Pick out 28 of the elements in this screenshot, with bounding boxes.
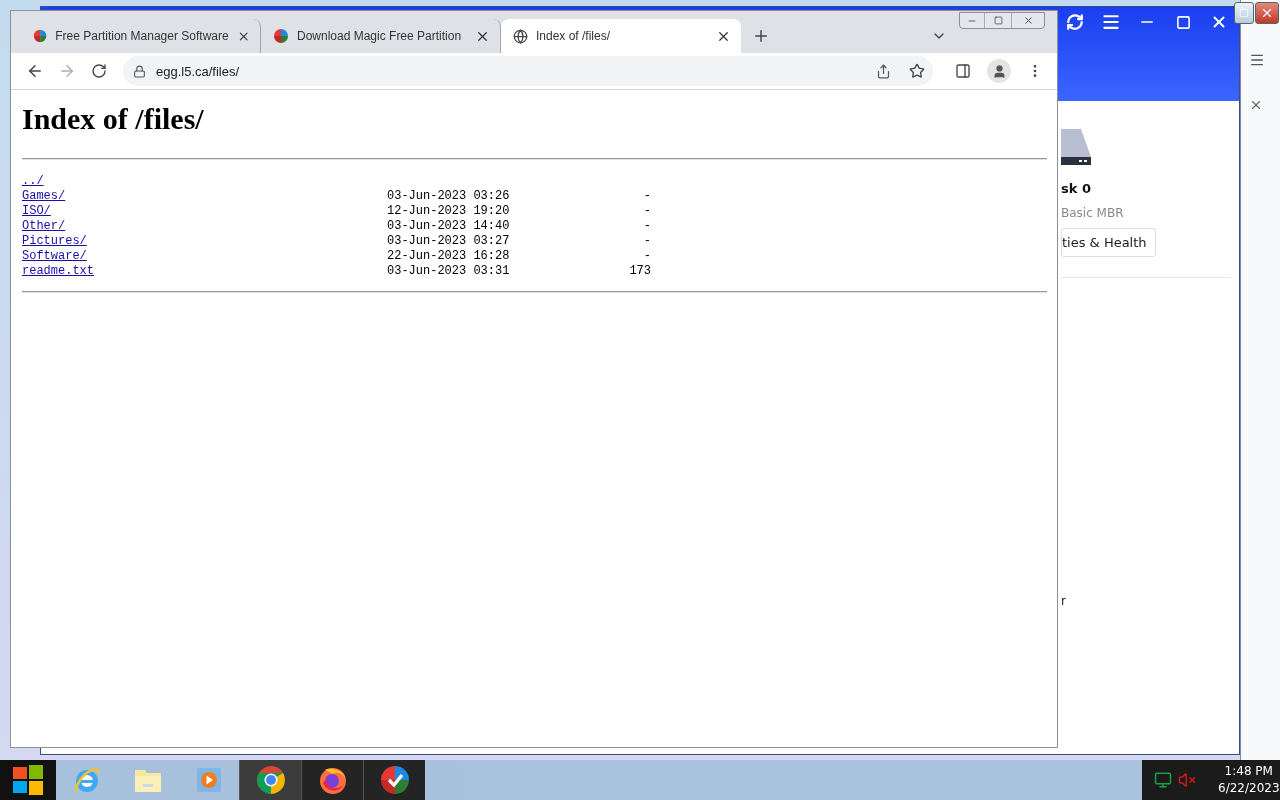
label-text: r bbox=[1061, 594, 1067, 608]
date-text: 03-Jun-2023 14:40 bbox=[387, 219, 510, 234]
properties-button[interactable]: ties & Health bbox=[1061, 228, 1156, 257]
date-text: 03-Jun-2023 03:31 bbox=[387, 264, 510, 279]
date-text: 03-Jun-2023 03:27 bbox=[387, 234, 510, 249]
file-link[interactable]: ISO/ bbox=[22, 204, 51, 219]
date-text: 22-Jun-2023 16:28 bbox=[387, 249, 510, 264]
date-text: 12-Jun-2023 19:20 bbox=[387, 204, 510, 219]
size-text: - bbox=[643, 204, 651, 219]
browser-tab[interactable]: Index of /files/ bbox=[501, 19, 741, 53]
size-text: - bbox=[643, 189, 651, 204]
page-heading: Index of /files/ bbox=[22, 102, 205, 136]
file-link[interactable]: readme.txt bbox=[22, 264, 94, 279]
file-link[interactable]: ../ bbox=[22, 174, 44, 189]
size-text: - bbox=[643, 234, 651, 249]
date-text: 03-Jun-2023 03:26 bbox=[387, 189, 510, 204]
disk-title: sk 0 bbox=[1061, 181, 1092, 196]
file-link[interactable]: Pictures/ bbox=[22, 234, 87, 249]
size-text: - bbox=[643, 249, 651, 264]
file-link[interactable]: Other/ bbox=[22, 219, 66, 234]
file-link[interactable]: Games/ bbox=[22, 189, 66, 204]
size-text: 173 bbox=[629, 264, 651, 279]
address-bar[interactable]: egg.l5.ca/files/ bbox=[123, 56, 933, 86]
clock-date[interactable]: 6/22/2023 bbox=[1218, 780, 1280, 797]
file-link[interactable]: Software/ bbox=[22, 249, 87, 264]
disk-type: Basic MBR bbox=[1061, 206, 1125, 220]
size-text: - bbox=[643, 219, 651, 234]
clock-time[interactable]: 1:48 PM bbox=[1224, 763, 1273, 780]
